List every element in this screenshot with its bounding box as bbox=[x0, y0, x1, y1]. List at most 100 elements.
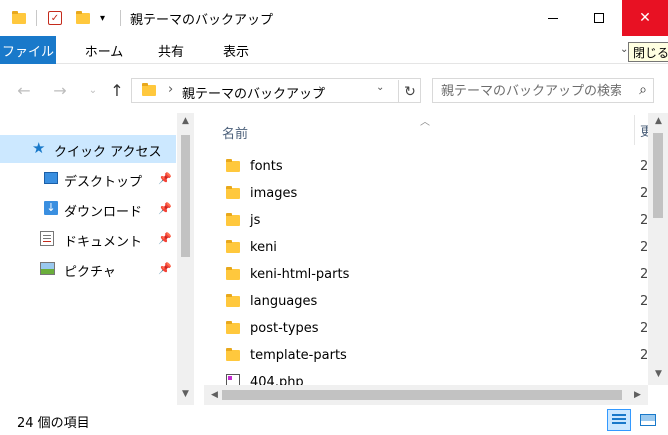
list-item[interactable]: fonts 2 bbox=[222, 154, 648, 181]
pictures-icon bbox=[40, 262, 55, 275]
address-dropdown-icon[interactable]: ⌄ bbox=[376, 82, 384, 93]
list-item[interactable]: 404.php 2 bbox=[222, 370, 632, 386]
search-input[interactable] bbox=[441, 82, 621, 100]
nav-pane-scrollbar[interactable]: ▲ ▼ bbox=[177, 113, 194, 405]
tab-share[interactable]: 共有 bbox=[146, 36, 196, 64]
nav-item-pictures[interactable]: ピクチャ 📌 bbox=[0, 255, 176, 283]
pin-icon[interactable]: 📌 bbox=[158, 232, 172, 245]
list-item[interactable]: keni 2 bbox=[222, 235, 648, 262]
item-count: 24 個の項目 bbox=[17, 416, 90, 431]
details-view-button[interactable] bbox=[607, 409, 631, 431]
new-folder-icon[interactable] bbox=[76, 10, 90, 26]
address-row: ← → ⌄ ↑ › 親テーマのバックアップ › ⌄ ↻ ⌕ bbox=[0, 74, 668, 106]
tab-view[interactable]: 表示 bbox=[210, 36, 262, 64]
scroll-up-arrow-icon[interactable]: ▲ bbox=[177, 116, 194, 126]
folder-icon bbox=[226, 159, 240, 172]
details-view-icon bbox=[612, 414, 626, 426]
pin-icon[interactable]: 📌 bbox=[158, 172, 172, 185]
pin-icon[interactable]: 📌 bbox=[158, 262, 172, 275]
up-arrow-icon[interactable]: ↑ bbox=[107, 80, 127, 100]
nav-pane-scroll-thumb[interactable] bbox=[181, 135, 190, 257]
folder-icon bbox=[226, 321, 240, 334]
list-item[interactable]: template-parts 2 bbox=[222, 343, 648, 370]
folder-icon bbox=[226, 348, 240, 361]
column-divider[interactable] bbox=[634, 115, 635, 145]
file-name: post-types bbox=[250, 321, 319, 336]
file-list-hscroll-thumb[interactable] bbox=[222, 390, 622, 400]
file-name: languages bbox=[250, 294, 318, 309]
back-arrow-icon[interactable]: ← bbox=[14, 80, 34, 100]
maximize-button[interactable] bbox=[576, 0, 622, 36]
list-item[interactable]: keni-html-parts 2 bbox=[222, 262, 648, 289]
file-list: ︿ 名前 更 fonts 2 images 2 js 2 keni 2 keni… bbox=[204, 113, 668, 405]
minimize-icon bbox=[548, 17, 558, 19]
close-tooltip: 閉じる bbox=[628, 42, 668, 62]
nav-item-label: クイック アクセス bbox=[54, 145, 162, 160]
nav-item-documents[interactable]: ドキュメント 📌 bbox=[0, 225, 176, 253]
large-icons-view-button[interactable] bbox=[636, 409, 660, 431]
file-list-vscroll-thumb[interactable] bbox=[653, 133, 663, 218]
maximize-icon bbox=[594, 13, 604, 23]
tab-file[interactable]: ファイル bbox=[0, 36, 56, 64]
list-item[interactable]: languages 2 bbox=[222, 289, 648, 316]
close-button[interactable]: ✕ bbox=[622, 0, 668, 36]
search-icon[interactable]: ⌕ bbox=[639, 82, 647, 98]
list-item[interactable]: images 2 bbox=[222, 181, 648, 208]
qa-customize-chevron-icon[interactable]: ▾ bbox=[100, 10, 105, 26]
scroll-right-arrow-icon[interactable]: ▶ bbox=[629, 390, 646, 400]
file-name: fonts bbox=[250, 159, 283, 174]
folder-icon bbox=[226, 213, 240, 226]
folder-icon bbox=[226, 267, 240, 280]
nav-item-label: デスクトップ bbox=[64, 175, 143, 190]
ribbon-tabs: ファイル ホーム 共有 表示 bbox=[0, 36, 668, 64]
breadcrumb-chevron-icon[interactable]: › bbox=[168, 82, 173, 97]
window-folder-icon bbox=[12, 10, 26, 26]
qa-separator bbox=[36, 10, 37, 26]
address-folder-icon bbox=[142, 83, 156, 96]
file-name: keni bbox=[250, 240, 277, 255]
nav-item-desktop[interactable]: デスクトップ 📌 bbox=[0, 165, 176, 193]
nav-item-label: ドキュメント bbox=[64, 235, 143, 250]
pin-icon[interactable]: 📌 bbox=[158, 202, 172, 215]
search-box[interactable]: ⌕ bbox=[432, 78, 654, 103]
folder-icon bbox=[226, 240, 240, 253]
sort-ascending-icon: ︿ bbox=[420, 117, 430, 128]
window-title: 親テーマのバックアップ bbox=[130, 13, 274, 28]
refresh-icon: ↻ bbox=[404, 83, 416, 100]
close-icon: ✕ bbox=[639, 10, 651, 26]
breadcrumb-current[interactable]: 親テーマのバックアップ bbox=[182, 83, 325, 102]
nav-item-label: ピクチャ bbox=[64, 265, 116, 280]
recent-locations-chevron-icon[interactable]: ⌄ bbox=[86, 80, 100, 100]
file-name: js bbox=[250, 213, 261, 228]
file-name: keni-html-parts bbox=[250, 267, 350, 282]
download-icon: ↓ bbox=[44, 201, 58, 215]
list-item[interactable]: js 2 bbox=[222, 208, 648, 235]
refresh-button[interactable]: ↻ bbox=[398, 80, 421, 103]
folder-icon bbox=[226, 186, 240, 199]
minimize-button[interactable] bbox=[530, 0, 576, 36]
star-icon: ★ bbox=[32, 139, 46, 157]
address-bar[interactable]: › 親テーマのバックアップ › ⌄ ↻ bbox=[131, 78, 421, 103]
folder-icon bbox=[226, 294, 240, 307]
file-list-vertical-scrollbar[interactable]: ▲ ▼ bbox=[648, 113, 668, 385]
breadcrumb-end-chevron-icon[interactable]: › bbox=[318, 82, 323, 97]
scroll-down-arrow-icon[interactable]: ▼ bbox=[650, 369, 667, 379]
nav-item-quick-access[interactable]: ★ クイック アクセス bbox=[0, 135, 176, 163]
properties-check-icon[interactable]: ✓ bbox=[48, 10, 62, 26]
navigation-pane: ★ クイック アクセス デスクトップ 📌 ↓ ダウンロード 📌 ドキュメント 📌 bbox=[0, 113, 194, 405]
documents-icon bbox=[40, 231, 54, 246]
scroll-left-arrow-icon[interactable]: ◀ bbox=[206, 390, 223, 400]
list-item[interactable]: post-types 2 bbox=[222, 316, 648, 343]
scroll-down-arrow-icon[interactable]: ▼ bbox=[177, 389, 194, 399]
nav-item-downloads[interactable]: ↓ ダウンロード 📌 bbox=[0, 195, 176, 223]
scroll-up-arrow-icon[interactable]: ▲ bbox=[650, 116, 667, 126]
title-separator bbox=[120, 10, 121, 26]
forward-arrow-icon[interactable]: → bbox=[50, 80, 70, 100]
title-bar: ✓ ▾ 親テーマのバックアップ ✕ bbox=[0, 0, 668, 36]
tab-home[interactable]: ホーム bbox=[78, 36, 130, 64]
column-header-name[interactable]: 名前 bbox=[222, 123, 248, 142]
nav-item-label: ダウンロード bbox=[64, 205, 143, 220]
status-bar: 24 個の項目 bbox=[0, 405, 668, 435]
desktop-icon bbox=[44, 172, 58, 184]
file-list-horizontal-scrollbar[interactable]: ◀ ▶ bbox=[204, 385, 648, 405]
